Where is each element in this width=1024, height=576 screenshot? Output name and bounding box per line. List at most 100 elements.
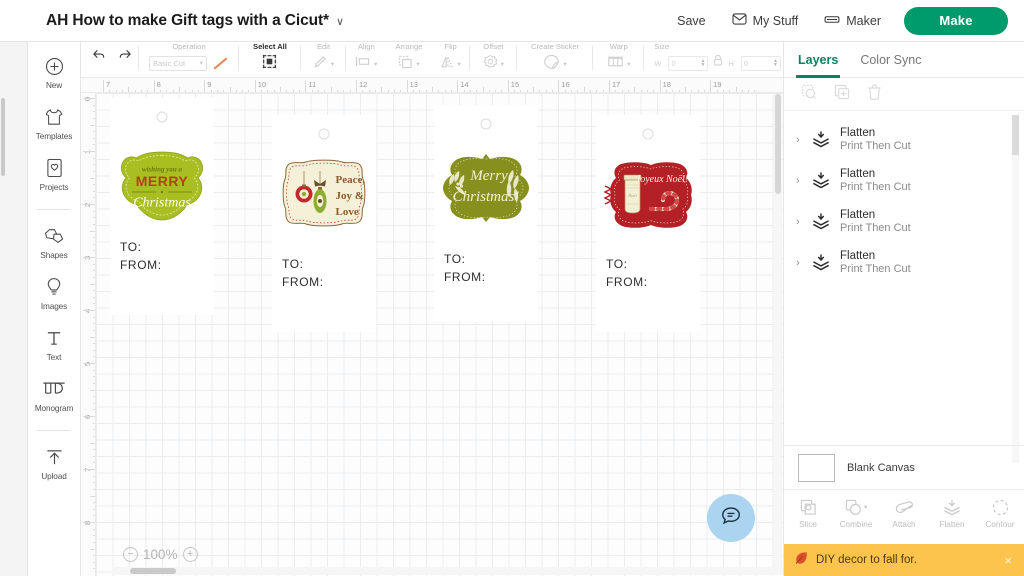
left-rail-scroll[interactable] — [0, 42, 28, 576]
design-grid[interactable]: wishing you a MERRY Christmas TO: FROM: — [96, 93, 783, 576]
chevron-down-icon[interactable]: ∨ — [336, 16, 344, 28]
tag4-to-label: TO: — [606, 257, 628, 271]
offset-group[interactable]: Offset ▾ — [470, 41, 518, 75]
operation-select[interactable]: Basic Cut ▾ — [149, 55, 207, 71]
duplicate-outline-icon[interactable] — [801, 84, 817, 105]
chevron-right-icon[interactable]: › — [796, 175, 812, 187]
chevron-right-icon[interactable]: › — [796, 216, 812, 228]
combine-button[interactable]: ▾ Combine — [833, 497, 879, 529]
contour-button[interactable]: Contour — [977, 497, 1023, 529]
redo-icon[interactable] — [118, 48, 133, 66]
zoom-out-button[interactable]: − — [123, 547, 138, 562]
tag-merry-christmas-olive[interactable]: Merry Christmas! TO: FROM: — [434, 105, 538, 322]
close-icon[interactable]: × — [1001, 553, 1015, 568]
chevron-down-icon[interactable]: ▾ — [374, 60, 377, 68]
flip-icon[interactable] — [440, 55, 454, 74]
chat-support-button[interactable] — [707, 494, 755, 542]
canvas-horizontal-scrollbar[interactable] — [112, 567, 783, 575]
duplicate-icon[interactable] — [834, 84, 850, 105]
spinner-icon[interactable]: ▲ ▼ — [701, 59, 706, 68]
sidebar-item-templates[interactable]: Templates — [28, 105, 81, 141]
sidebar-item-shapes[interactable]: Shapes — [28, 224, 81, 260]
slice-button[interactable]: Slice — [785, 497, 831, 529]
tag-peace-joy-love[interactable]: Peace, Joy & Love TO: FROM: — [272, 115, 376, 332]
chevron-down-icon[interactable]: ▾ — [501, 60, 504, 68]
tab-color-sync[interactable]: Color Sync — [860, 42, 921, 78]
canvas-color-swatch[interactable] — [798, 453, 835, 482]
tag2-line-3: Love — [336, 206, 359, 218]
sidebar-item-images[interactable]: Images — [28, 275, 81, 311]
tab-layers[interactable]: Layers — [795, 42, 841, 78]
ruler-line — [83, 204, 95, 205]
tag3-line-1: Merry — [469, 168, 508, 184]
ruler-line — [83, 416, 95, 417]
sidebar-item-upload[interactable]: Upload — [28, 445, 81, 481]
offset-icon[interactable] — [483, 54, 498, 74]
layer-row[interactable]: › Flatten Print Then Cut — [784, 119, 1024, 160]
zoom-in-button[interactable]: + — [182, 547, 198, 562]
chevron-down-icon[interactable]: ▾ — [563, 60, 566, 68]
edit-group[interactable]: Edit ▾ — [301, 41, 347, 75]
flatten-icon — [812, 172, 840, 189]
create-sticker-group[interactable]: Create Sticker ▾ — [517, 41, 594, 75]
ruler-tick-h: 12 — [359, 80, 368, 89]
top-bar-actions: Save My Stuff Maker Make — [664, 6, 1024, 35]
flatten-button[interactable]: Flatten — [929, 497, 975, 529]
layer-row[interactable]: › Flatten Print Then Cut — [784, 160, 1024, 201]
canvas-area[interactable]: 7 8 9 10 11 12 13 14 15 16 17 18 19 012345678 wishin… — [81, 78, 783, 576]
undo-icon[interactable] — [91, 48, 106, 66]
sidebar-item-projects[interactable]: Projects — [28, 156, 81, 192]
pencil-icon[interactable] — [313, 54, 328, 74]
ruler-line — [254, 80, 256, 92]
tag3-to-from: TO: FROM: — [444, 250, 486, 286]
chevron-down-icon[interactable]: ▾ — [331, 60, 334, 68]
chevron-right-icon[interactable]: › — [796, 257, 812, 269]
line-color-swatch[interactable] — [212, 56, 229, 71]
make-button[interactable]: Make — [904, 6, 1008, 35]
offset-label: Offset — [483, 42, 504, 51]
sidebar-item-text[interactable]: Text — [28, 326, 81, 362]
left-rail-scroll-thumb[interactable] — [1, 98, 5, 176]
notification-banner[interactable]: DIY decor to fall for. × — [784, 544, 1024, 576]
width-input[interactable]: 0 ▲ ▼ — [668, 55, 709, 71]
machine-selector[interactable]: Maker — [811, 14, 894, 28]
layer-list-scroll-thumb[interactable] — [1012, 115, 1019, 155]
align-group[interactable]: Align ▾ — [346, 41, 386, 75]
arrange-icon[interactable] — [398, 55, 413, 74]
canvas-layer-row[interactable]: Blank Canvas — [784, 445, 1024, 489]
sticker-icon[interactable] — [543, 54, 560, 75]
height-input[interactable]: 0 ▲ ▼ — [740, 55, 781, 71]
lock-icon[interactable] — [713, 54, 723, 72]
sidebar-item-monogram[interactable]: Monogram — [28, 377, 81, 413]
tag-joyeux-noel-red[interactable]: Noel Joyeux Noël! TO: FROM: — [596, 115, 700, 332]
canvas-vscroll-thumb[interactable] — [775, 94, 781, 194]
page-title[interactable]: AH How to make Gift tags with a Cicut* ∨ — [46, 12, 344, 30]
chevron-down-icon[interactable]: ▾ — [627, 60, 630, 68]
sidebar-item-new[interactable]: New — [28, 54, 81, 90]
tag3-line-2: Christmas! — [453, 189, 520, 205]
align-icon[interactable] — [355, 55, 371, 73]
flip-group[interactable]: Flip ▾ — [431, 41, 471, 75]
layer-list-scrollbar[interactable] — [1012, 115, 1019, 463]
tag-merry-christmas-green[interactable]: wishing you a MERRY Christmas TO: FROM: — [110, 98, 214, 315]
attach-button[interactable]: Attach — [881, 497, 927, 529]
select-all-group[interactable]: Select All — [239, 41, 301, 75]
spinner-icon[interactable]: ▲ ▼ — [773, 59, 778, 68]
canvas-vertical-scrollbar[interactable] — [774, 94, 782, 574]
warp-icon[interactable] — [607, 55, 624, 74]
layer-row[interactable]: › Flatten Print Then Cut — [784, 242, 1024, 283]
my-stuff-button[interactable]: My Stuff — [719, 13, 812, 28]
select-all-icon[interactable] — [262, 54, 277, 74]
warp-group[interactable]: Warp ▾ — [593, 41, 645, 75]
layer-list[interactable]: › Flatten Print Then Cut › Flatten Print Then… — [784, 111, 1024, 468]
trash-icon[interactable] — [867, 84, 882, 105]
chevron-down-icon[interactable]: ▾ — [457, 60, 460, 68]
height-value: 0 — [743, 58, 749, 68]
canvas-hscroll-thumb[interactable] — [130, 568, 176, 574]
lightbulb-icon — [41, 275, 67, 299]
layer-row[interactable]: › Flatten Print Then Cut — [784, 201, 1024, 242]
chevron-right-icon[interactable]: › — [796, 134, 812, 146]
save-button[interactable]: Save — [664, 14, 719, 28]
arrange-group[interactable]: Arrange ▾ — [386, 41, 431, 75]
chevron-down-icon[interactable]: ▾ — [416, 60, 419, 68]
